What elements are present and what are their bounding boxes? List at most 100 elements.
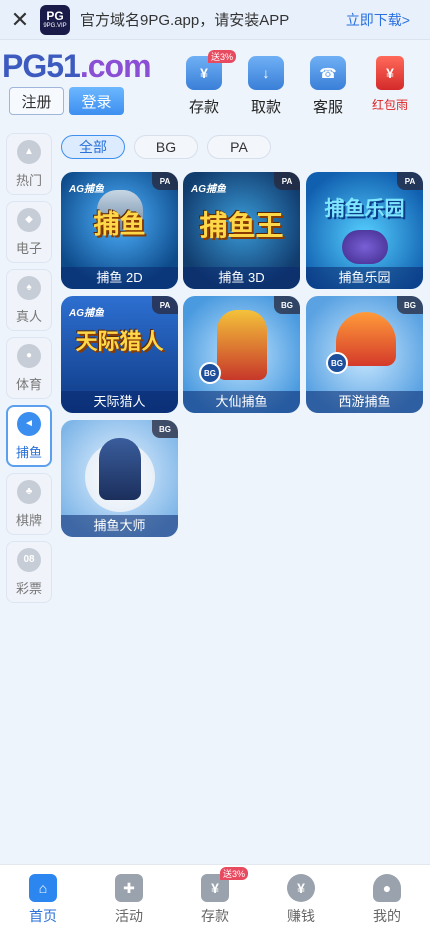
deposit-button[interactable]: ¥ 送3% 存款: [176, 50, 236, 117]
lottery-ball-icon: 08: [17, 547, 41, 572]
game-card[interactable]: 捕鱼 AG捕鱼 PA 捕鱼 2D: [61, 172, 178, 289]
cards-icon: ♣: [17, 479, 41, 504]
provider-badge: BG: [397, 296, 423, 314]
game-name: 捕鱼 2D: [61, 267, 178, 289]
gamepad-icon: ◆: [17, 207, 41, 232]
provider-badge: BG: [152, 420, 178, 438]
sidebar-item-fishing[interactable]: ◄ 捕鱼: [6, 405, 52, 467]
category-sidebar: ▲ 热门 ◆ 电子 ♠ 真人 ● 体育 ◄ 捕鱼 ♣ 棋牌 08 彩票: [6, 133, 54, 609]
game-art-title: 捕鱼: [93, 210, 146, 240]
logo-domain: .com: [79, 48, 152, 84]
close-icon[interactable]: ✕: [0, 7, 40, 33]
withdraw-card-icon: ↓: [248, 56, 284, 90]
app-logo: PG 9PG.VIP: [40, 4, 70, 35]
game-card[interactable]: BG 捕鱼大师: [61, 420, 178, 537]
game-name: 捕鱼大师: [61, 515, 178, 537]
tab-bg[interactable]: BG: [134, 135, 198, 159]
game-art-title: 捕鱼王: [199, 209, 284, 242]
sidebar-item-hot[interactable]: ▲ 热门: [6, 133, 52, 195]
red-envelope-rain-button[interactable]: ¥ 红包雨: [362, 56, 418, 113]
download-now-link[interactable]: 立即下载>: [346, 10, 410, 30]
customer-service-label: 客服: [312, 99, 343, 116]
user-icon: ●: [373, 874, 401, 902]
game-card[interactable]: BG BG 西游捕鱼: [306, 296, 423, 413]
install-app-banner: ✕ PG 9PG.VIP 官方域名9PG.app，请安装APP 立即下载>: [0, 0, 430, 40]
banner-message: 官方域名9PG.app，请安装APP: [80, 12, 290, 29]
game-name: 大仙捕鱼: [183, 391, 300, 413]
register-button[interactable]: 注册: [9, 87, 64, 115]
withdraw-label: 取款: [250, 99, 281, 116]
provider-label: AG捕鱼: [69, 308, 104, 319]
game-name: 天际猎人: [61, 391, 178, 413]
nav-label: 首页: [29, 908, 57, 924]
game-card[interactable]: 天际猎人 AG捕鱼 PA 天际猎人: [61, 296, 178, 413]
deposit-card-icon: ¥ 送3%: [186, 50, 236, 90]
nav-label: 活动: [115, 908, 143, 924]
nav-profile[interactable]: ● 我的: [344, 865, 430, 932]
provider-badge: PA: [152, 172, 178, 190]
deposit-bonus-tag: 送3%: [207, 50, 236, 63]
customer-service-button[interactable]: ☎ 客服: [300, 56, 356, 117]
tab-all[interactable]: 全部: [61, 135, 125, 159]
game-card[interactable]: 捕鱼王 AG捕鱼 PA 捕鱼 3D: [183, 172, 300, 289]
sidebar-item-label: 体育: [15, 376, 42, 392]
provider-badge: BG: [274, 296, 300, 314]
withdraw-button[interactable]: ↓ 取款: [238, 56, 294, 117]
live-dealer-icon: ♠: [17, 275, 41, 300]
soccer-ball-icon: ●: [17, 343, 41, 368]
provider-badge: PA: [274, 172, 300, 190]
deposit-label: 存款: [188, 99, 219, 116]
provider-label: AG捕鱼: [69, 184, 104, 195]
game-art-title: 天际猎人: [75, 330, 164, 355]
game-name: 捕鱼 3D: [183, 267, 300, 289]
sidebar-item-label: 彩票: [15, 580, 42, 596]
tab-pa[interactable]: PA: [207, 135, 271, 159]
gift-icon: ✚: [115, 874, 143, 902]
pufferfish-figure: [342, 230, 388, 264]
deposit-bonus-tag: 送3%: [220, 867, 249, 880]
logo-name: PG51: [2, 48, 81, 84]
bg-logo-chip: BG: [326, 352, 348, 374]
nav-activities[interactable]: ✚ 活动: [86, 865, 172, 932]
game-name: 捕鱼乐园: [306, 267, 423, 289]
sidebar-item-lottery[interactable]: 08 彩票: [6, 541, 52, 603]
nav-earn[interactable]: ¥ 赚钱: [258, 865, 344, 932]
sidebar-item-label: 棋牌: [15, 512, 42, 528]
login-button[interactable]: 登录: [69, 87, 124, 115]
provider-badge: PA: [152, 296, 178, 314]
nav-label: 存款: [201, 908, 229, 924]
home-icon: ⌂: [29, 874, 57, 902]
yuan-coin-icon: ¥: [287, 874, 315, 902]
site-logo[interactable]: PG51.com: [2, 48, 152, 85]
nav-home[interactable]: ⌂ 首页: [0, 865, 86, 932]
game-name: 西游捕鱼: [306, 391, 423, 413]
game-card[interactable]: BG BG 大仙捕鱼: [183, 296, 300, 413]
god-of-wealth-figure: [217, 310, 267, 380]
nav-label: 我的: [373, 908, 401, 924]
fish-icon: ◄: [17, 411, 41, 436]
sidebar-item-slots[interactable]: ◆ 电子: [6, 201, 52, 263]
provider-label: AG捕鱼: [191, 184, 226, 195]
fisherman-figure: [99, 438, 141, 500]
sidebar-item-label: 热门: [15, 172, 42, 188]
game-card[interactable]: 捕鱼乐园 PA 捕鱼乐园: [306, 172, 423, 289]
game-art-title: 捕鱼乐园: [324, 196, 405, 220]
app-logo-subtext: 9PG.VIP: [43, 23, 67, 29]
sidebar-item-cards[interactable]: ♣ 棋牌: [6, 473, 52, 535]
sidebar-item-label: 捕鱼: [15, 444, 42, 460]
bottom-navigation: ⌂ 首页 ✚ 活动 ¥ 送3% 存款 ¥ 赚钱 ● 我的: [0, 864, 430, 932]
provider-badge: PA: [397, 172, 423, 190]
bg-logo-chip: BG: [199, 362, 221, 384]
nav-deposit[interactable]: ¥ 送3% 存款: [172, 865, 258, 932]
red-envelope-icon: ¥: [376, 56, 404, 90]
sidebar-item-label: 真人: [15, 308, 42, 324]
app-logo-text: PG: [46, 9, 64, 23]
red-envelope-label: 红包雨: [371, 98, 408, 112]
sidebar-item-live[interactable]: ♠ 真人: [6, 269, 52, 331]
provider-filter-tabs: 全部 BG PA: [61, 135, 271, 159]
nav-label: 赚钱: [287, 908, 315, 924]
flame-icon: ▲: [17, 139, 41, 164]
customer-service-icon: ☎: [310, 56, 346, 90]
sidebar-item-sports[interactable]: ● 体育: [6, 337, 52, 399]
sidebar-item-label: 电子: [15, 240, 42, 256]
